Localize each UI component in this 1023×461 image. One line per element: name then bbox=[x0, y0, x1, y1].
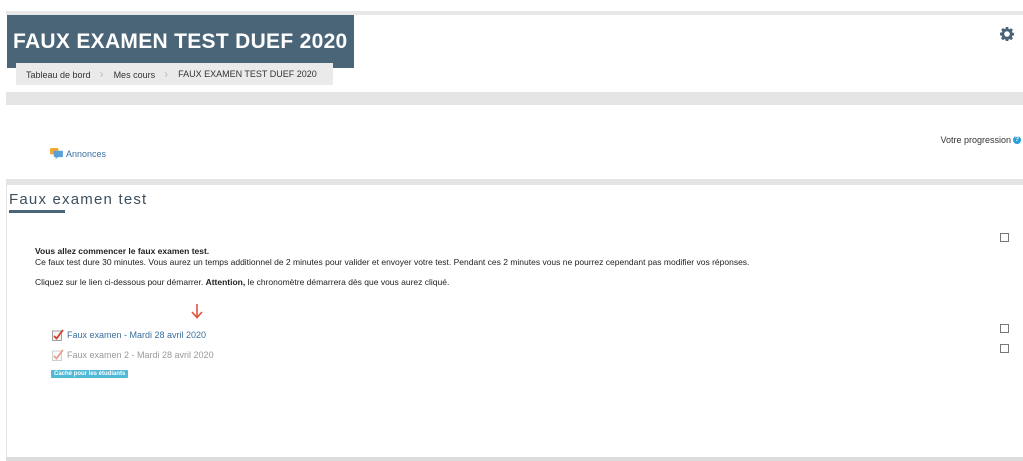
section-checkbox[interactable] bbox=[1000, 233, 1009, 242]
quiz-activity-2[interactable]: Faux examen 2 - Mardi 28 avril 2020 bbox=[52, 349, 214, 361]
gear-icon[interactable] bbox=[1000, 27, 1014, 41]
forum-icon bbox=[50, 148, 63, 159]
arrow-down-icon bbox=[191, 304, 203, 319]
section-divider bbox=[6, 92, 1023, 105]
quiz-icon bbox=[52, 349, 64, 361]
section-divider-2 bbox=[6, 179, 1023, 185]
intro-heading: Vous allez commencer le faux examen test… bbox=[35, 246, 210, 256]
course-page: FAUX EXAMEN TEST DUEF 2020 Tableau de bo… bbox=[6, 11, 1023, 461]
progress-label: Votre progression ? bbox=[940, 135, 1021, 145]
intro-line2-end: le chronomètre démarrera dès que vous au… bbox=[245, 277, 450, 287]
intro-line2: Cliquez sur le lien ci-dessous pour déma… bbox=[35, 277, 935, 288]
breadcrumb-course[interactable]: FAUX EXAMEN TEST DUEF 2020 bbox=[178, 69, 327, 79]
section-summary: Vous allez commencer le faux examen test… bbox=[35, 246, 935, 288]
breadcrumb-dashboard[interactable]: Tableau de bord bbox=[26, 67, 114, 81]
course-title: FAUX EXAMEN TEST DUEF 2020 bbox=[7, 15, 354, 68]
breadcrumb-my-courses[interactable]: Mes cours bbox=[114, 67, 179, 81]
forum-label[interactable]: Annonces bbox=[66, 149, 106, 159]
activity-2-checkbox[interactable] bbox=[1000, 344, 1009, 353]
quiz-activity-2-label[interactable]: Faux examen 2 - Mardi 28 avril 2020 bbox=[67, 350, 214, 360]
quiz-activity-1[interactable]: Faux examen - Mardi 28 avril 2020 bbox=[52, 329, 206, 341]
section-title-underline bbox=[9, 210, 65, 213]
progress-text: Votre progression bbox=[940, 135, 1011, 145]
breadcrumb: Tableau de bord Mes cours FAUX EXAMEN TE… bbox=[16, 63, 333, 85]
section-title: Faux examen test bbox=[9, 191, 148, 208]
quiz-icon bbox=[52, 329, 64, 341]
intro-line1: Ce faux test dure 30 minutes. Vous aurez… bbox=[35, 257, 750, 267]
question-circle-icon[interactable]: ? bbox=[1013, 136, 1021, 144]
quiz-activity-1-label[interactable]: Faux examen - Mardi 28 avril 2020 bbox=[67, 330, 206, 340]
bottom-band bbox=[6, 457, 1023, 461]
activity-1-checkbox[interactable] bbox=[1000, 324, 1009, 333]
section-border bbox=[6, 185, 7, 461]
forum-announcements[interactable]: Annonces bbox=[50, 148, 106, 159]
intro-line2-start: Cliquez sur le lien ci-dessous pour déma… bbox=[35, 277, 206, 287]
intro-attention: Attention, bbox=[205, 277, 246, 287]
hidden-from-students-badge: Caché pour les étudiants bbox=[51, 370, 129, 378]
